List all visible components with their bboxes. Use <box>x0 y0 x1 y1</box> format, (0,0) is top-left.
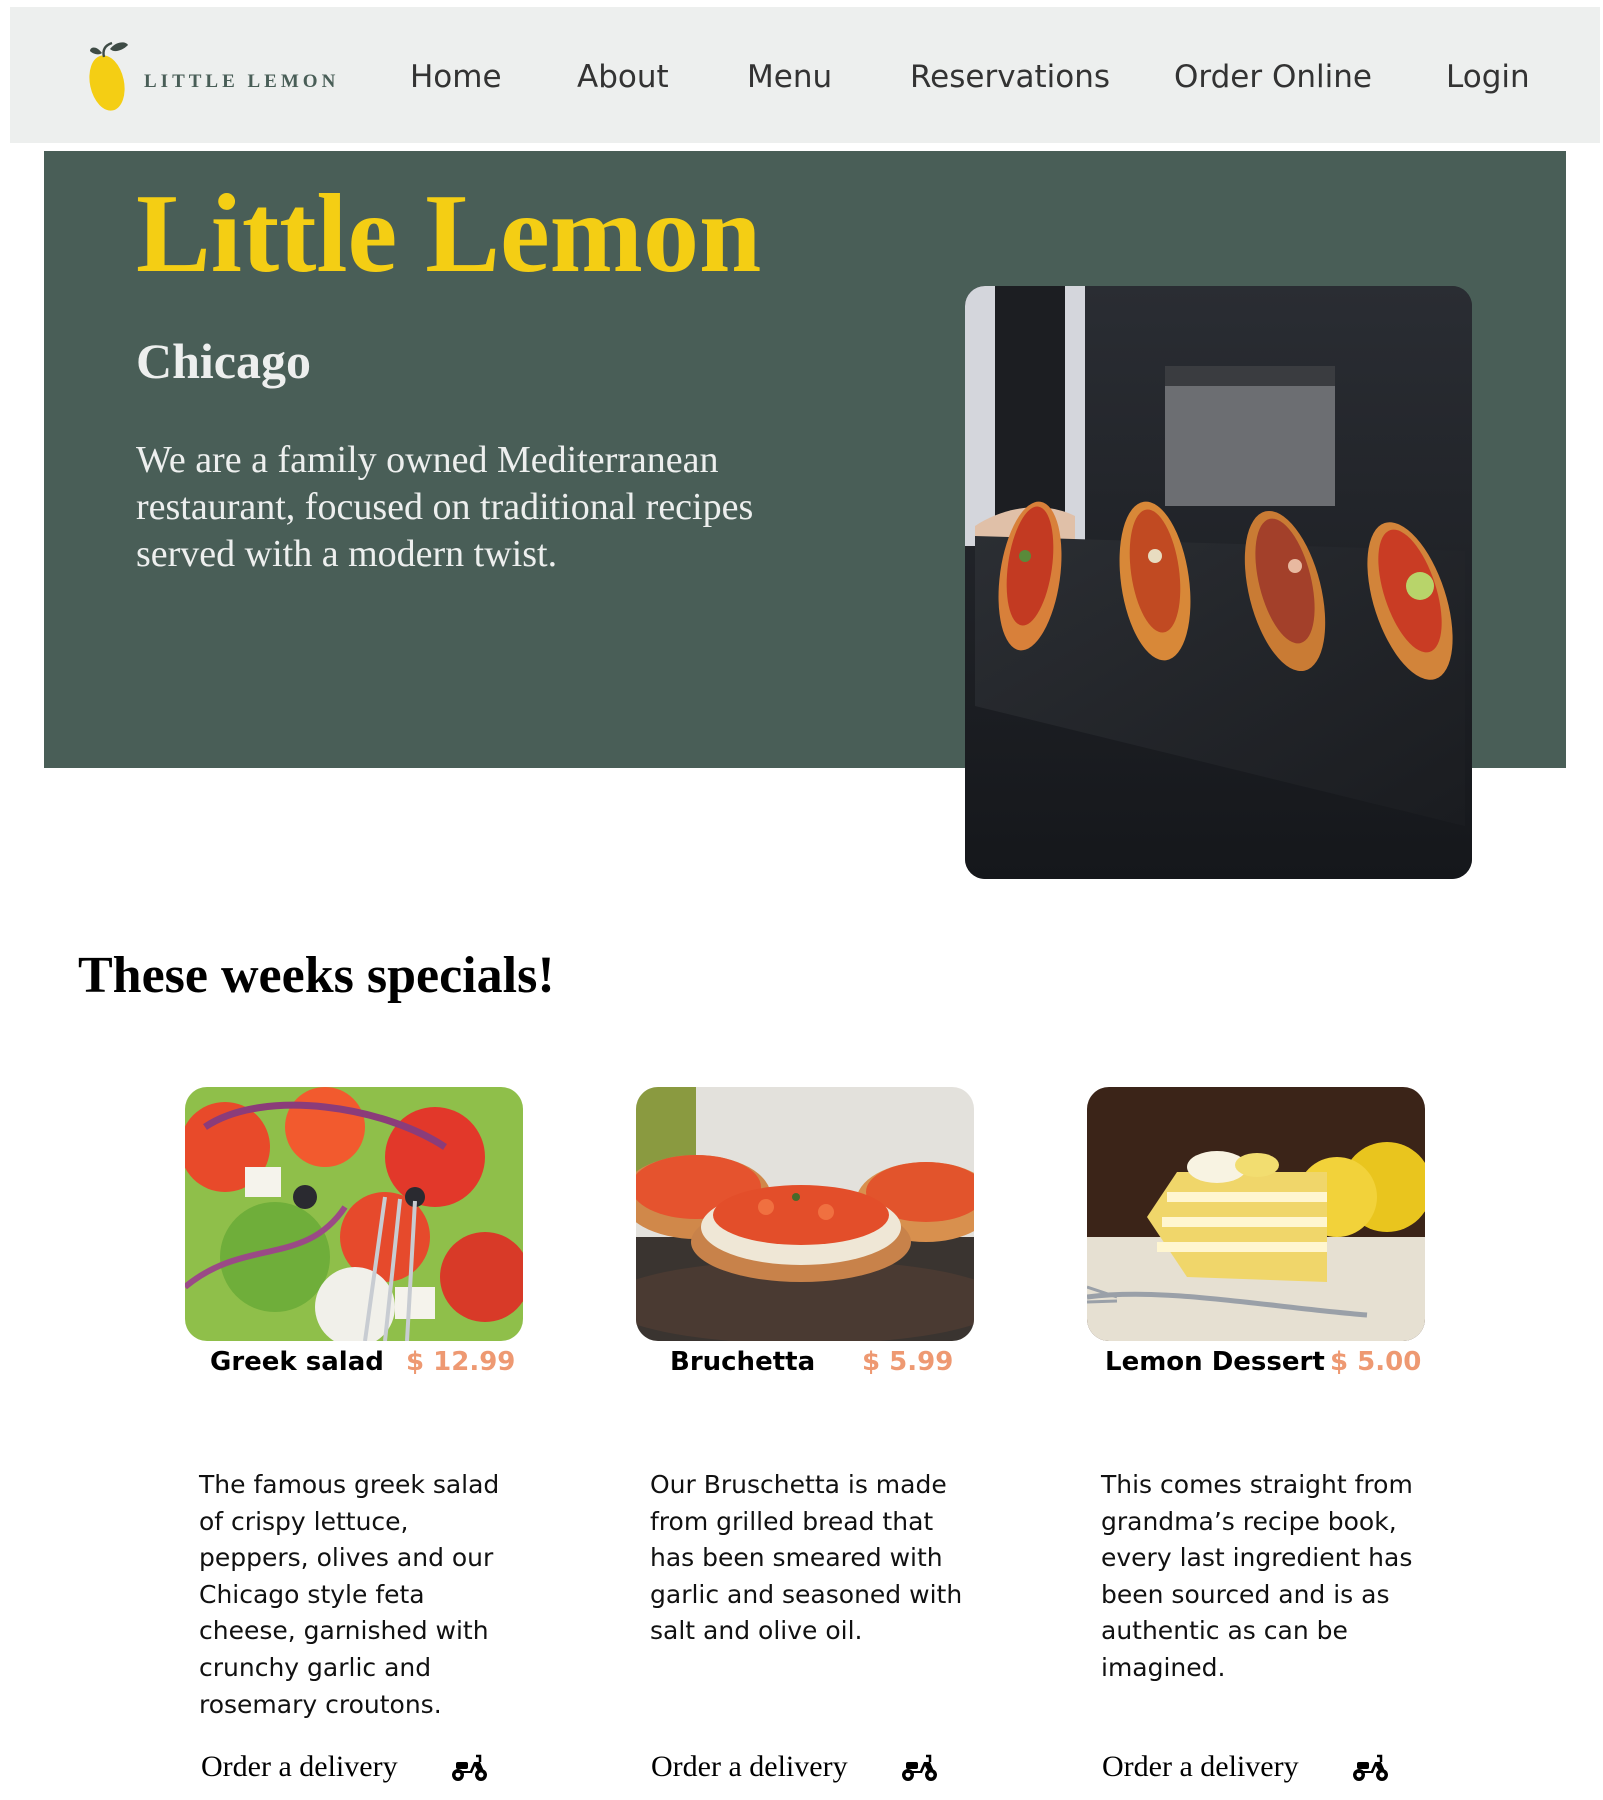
scooter-icon <box>451 1754 487 1781</box>
nav-home[interactable]: Home <box>410 59 502 95</box>
order-delivery-link[interactable]: Order a delivery <box>201 1750 488 1784</box>
hero-description: We are a family owned Mediterranean rest… <box>136 439 754 575</box>
special-name: Bruchetta <box>670 1347 816 1377</box>
order-delivery-link[interactable]: Order a delivery <box>651 1750 938 1784</box>
order-delivery-link[interactable]: Order a delivery <box>1102 1750 1389 1784</box>
special-price: $ 5.00 <box>1330 1347 1422 1377</box>
special-card-bruchetta <box>636 1087 976 1787</box>
special-description: Our Bruschetta is made from grilled brea… <box>650 1470 963 1646</box>
logo-text: LITTLE LEMON <box>144 71 340 92</box>
scooter-icon <box>1352 1754 1388 1781</box>
special-price: $ 12.99 <box>406 1347 516 1377</box>
special-price: $ 5.99 <box>862 1347 954 1377</box>
nav-reservations[interactable]: Reservations <box>910 59 1110 95</box>
special-description: This comes straight from grandma’s recip… <box>1101 1470 1413 1682</box>
greek-salad-image <box>185 1087 523 1341</box>
order-delivery-label: Order a delivery <box>201 1750 398 1783</box>
nav-order-online[interactable]: Order Online <box>1174 59 1372 95</box>
scooter-icon <box>901 1754 937 1781</box>
nav-login[interactable]: Login <box>1446 59 1530 95</box>
order-delivery-label: Order a delivery <box>1102 1750 1299 1783</box>
special-name: Greek salad <box>210 1347 384 1377</box>
logo[interactable]: LITTLE LEMON <box>82 39 339 119</box>
hero-image <box>965 286 1472 879</box>
special-description: The famous greek salad of crispy lettuce… <box>199 1470 500 1719</box>
hero-title: Little Lemon <box>136 172 762 296</box>
lemon-icon <box>89 41 128 111</box>
order-delivery-label: Order a delivery <box>651 1750 848 1783</box>
specials-title: These weeks specials! <box>78 947 555 1004</box>
lemon-dessert-image <box>1087 1087 1425 1341</box>
nav-menu[interactable]: Menu <box>747 59 832 95</box>
nav-about[interactable]: About <box>577 59 669 95</box>
hero-city: Chicago <box>136 333 311 389</box>
bruschetta-image <box>636 1087 974 1341</box>
top-nav: LITTLE LEMON Home About Menu Reservation… <box>10 7 1600 143</box>
special-name: Lemon Dessert <box>1105 1347 1325 1377</box>
